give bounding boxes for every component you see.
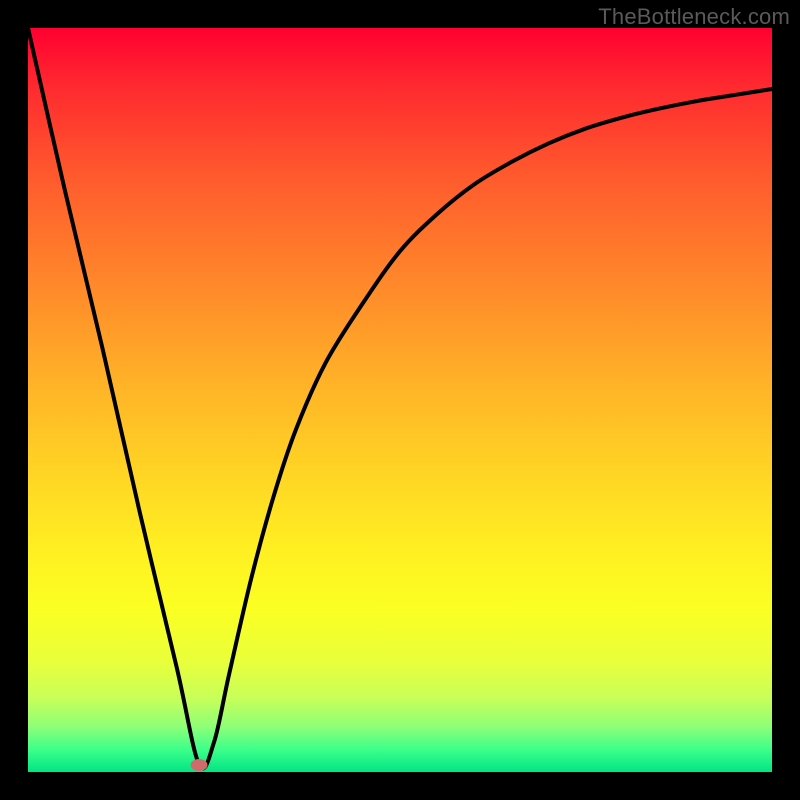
chart-frame: TheBottleneck.com bbox=[0, 0, 800, 800]
min-point-marker bbox=[191, 759, 208, 771]
watermark-text: TheBottleneck.com bbox=[598, 4, 790, 30]
bottleneck-curve bbox=[28, 28, 772, 772]
plot-area bbox=[28, 28, 772, 772]
